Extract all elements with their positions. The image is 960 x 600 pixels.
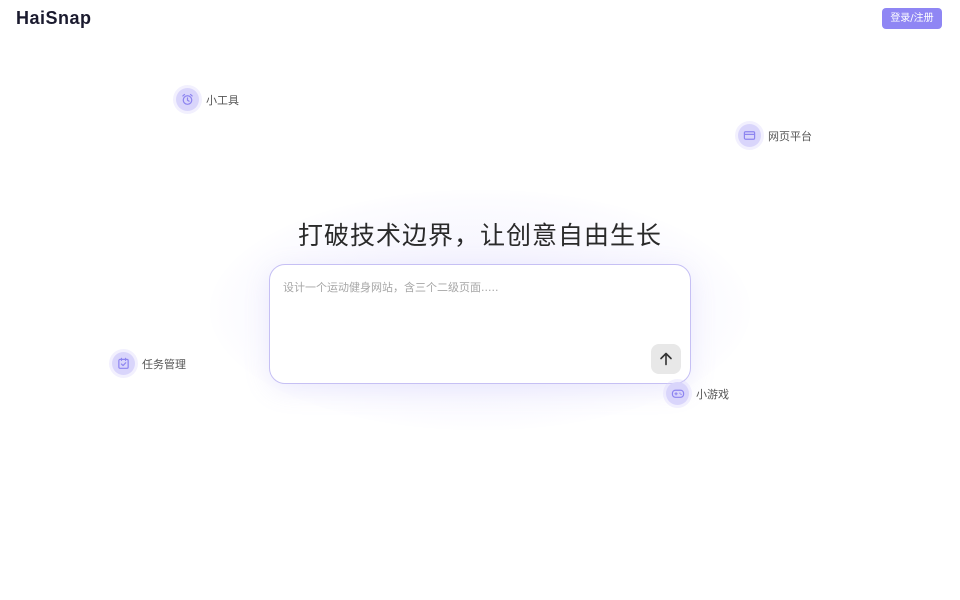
category-chip-tools[interactable]: 小工具 — [176, 88, 239, 111]
send-button[interactable] — [651, 344, 681, 374]
login-register-button[interactable]: 登录/注册 — [882, 8, 942, 29]
alarm-clock-icon — [176, 88, 199, 111]
arrow-up-icon — [660, 352, 672, 366]
page: HaiSnap 登录/注册 打破技术边界，让创意自由生长 小工具 — [0, 0, 960, 600]
gamepad-icon — [666, 382, 689, 405]
category-label: 任务管理 — [142, 357, 186, 371]
prompt-input[interactable] — [283, 277, 643, 297]
calendar-check-icon — [112, 352, 135, 375]
card-icon — [738, 124, 761, 147]
category-chip-mini-games[interactable]: 小游戏 — [666, 382, 729, 405]
category-chip-web-platform[interactable]: 网页平台 — [738, 124, 812, 147]
category-label: 网页平台 — [768, 129, 812, 143]
prompt-box — [269, 264, 691, 384]
category-label: 小游戏 — [696, 387, 729, 401]
category-chip-task-management[interactable]: 任务管理 — [112, 352, 186, 375]
hero-headline: 打破技术边界，让创意自由生长 — [297, 221, 662, 250]
logo[interactable]: HaiSnap — [16, 8, 92, 29]
category-label: 小工具 — [206, 93, 239, 107]
